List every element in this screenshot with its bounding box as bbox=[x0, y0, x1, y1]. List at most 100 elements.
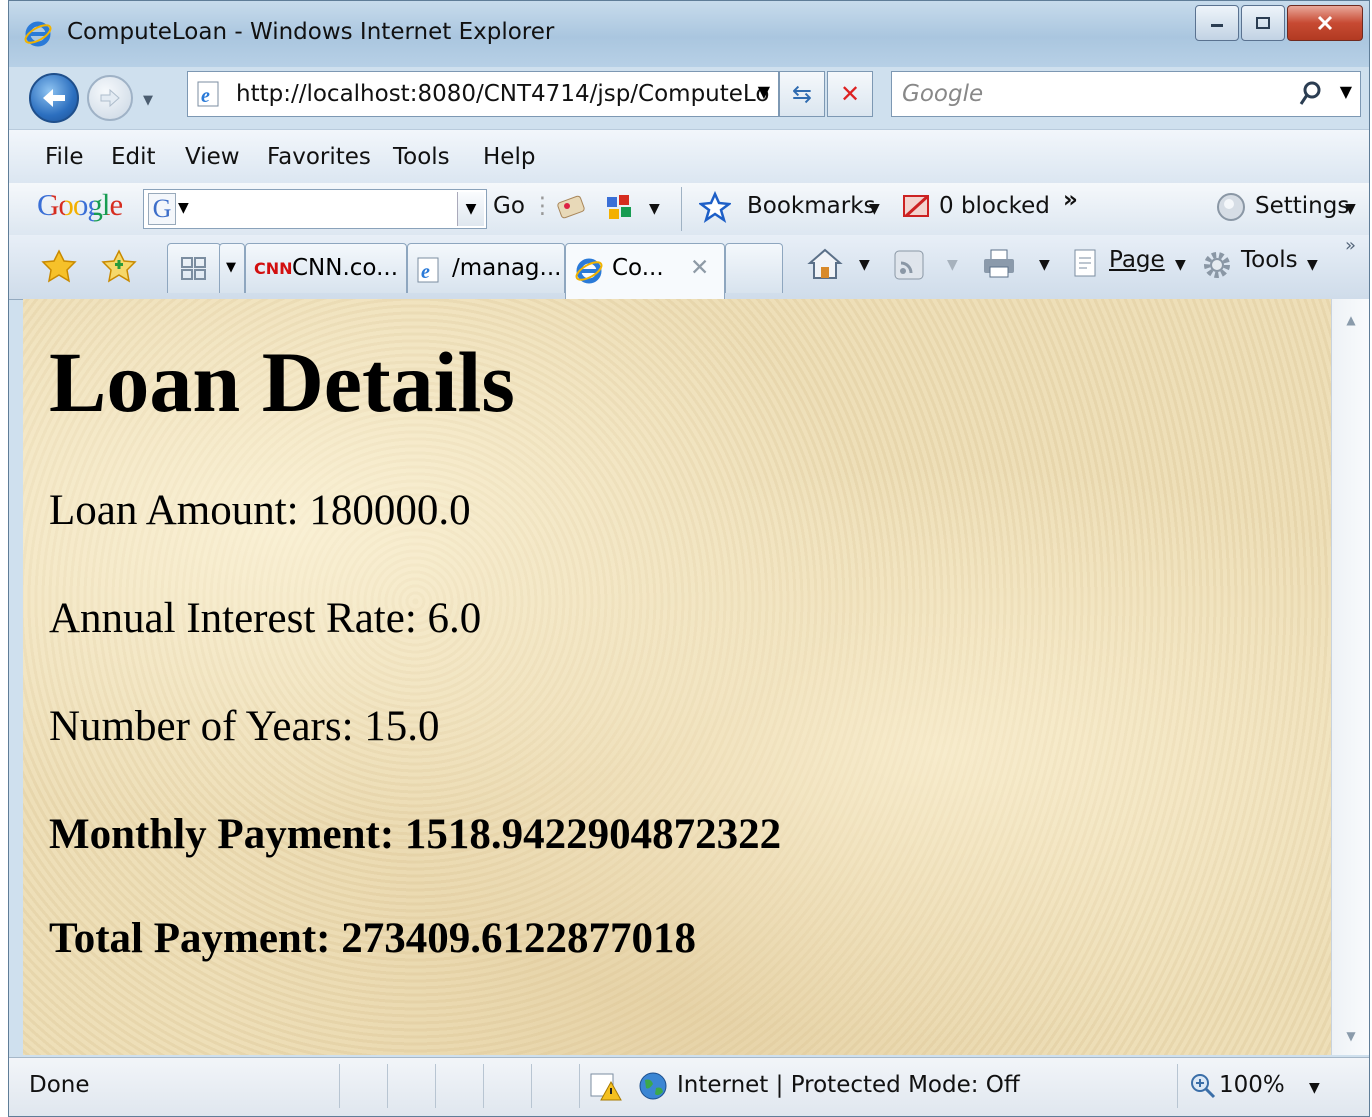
google-go-button[interactable]: Go bbox=[493, 193, 525, 219]
page-dropdown-icon[interactable]: ▼ bbox=[1175, 257, 1186, 273]
security-warning-icon[interactable] bbox=[589, 1070, 623, 1102]
status-divider bbox=[579, 1064, 580, 1108]
scroll-down-arrow-icon[interactable]: ▼ bbox=[1332, 1029, 1369, 1043]
search-icon[interactable] bbox=[1298, 80, 1322, 108]
minimize-button[interactable] bbox=[1195, 5, 1239, 41]
menu-edit[interactable]: Edit bbox=[111, 144, 156, 170]
menu-help[interactable]: Help bbox=[483, 144, 535, 170]
google-search-combo[interactable]: G ▼ ▼ bbox=[143, 189, 487, 229]
zoom-dropdown-icon[interactable]: ▼ bbox=[1309, 1080, 1320, 1096]
print-dropdown-icon[interactable]: ▼ bbox=[1039, 257, 1050, 273]
status-text: Done bbox=[29, 1072, 90, 1098]
search-input[interactable]: Google bbox=[902, 81, 983, 107]
bookmarks-dropdown-icon[interactable]: ▼ bbox=[869, 201, 880, 217]
page-menu-button[interactable]: Page bbox=[1109, 247, 1165, 273]
toolbar-gripper-icon: ⋮ bbox=[531, 193, 554, 219]
news-icon[interactable] bbox=[555, 191, 587, 223]
menu-favorites[interactable]: Favorites bbox=[267, 144, 371, 170]
tools-dropdown-icon[interactable]: ▼ bbox=[1307, 257, 1318, 273]
google-g-icon[interactable]: G bbox=[148, 193, 176, 225]
stop-button[interactable]: ✕ bbox=[827, 71, 873, 117]
bookmarks-star-icon[interactable] bbox=[699, 191, 731, 223]
search-box[interactable]: Google ▼ bbox=[891, 71, 1361, 117]
add-to-favorites-icon[interactable] bbox=[101, 249, 137, 283]
quick-tabs-button[interactable] bbox=[167, 243, 221, 293]
google-logo: Google bbox=[37, 187, 123, 222]
status-divider bbox=[339, 1064, 340, 1108]
address-dropdown-icon[interactable]: ▼ bbox=[758, 82, 770, 101]
status-divider bbox=[387, 1064, 388, 1108]
tab-cnn[interactable]: CNN CNN.co... bbox=[245, 243, 407, 293]
back-arrow-icon bbox=[43, 89, 65, 107]
blocked-count[interactable]: 0 blocked bbox=[939, 193, 1050, 219]
recent-pages-dropdown[interactable]: ▼ bbox=[143, 93, 153, 108]
menu-file[interactable]: File bbox=[45, 144, 84, 170]
favorites-center-icon[interactable] bbox=[41, 249, 77, 283]
close-icon bbox=[1317, 15, 1333, 31]
zoom-level[interactable]: 100% bbox=[1219, 1072, 1285, 1098]
settings-dropdown-icon[interactable]: ▼ bbox=[1345, 201, 1356, 217]
address-bar[interactable]: e http://localhost:8080/CNT4714/jsp/Comp… bbox=[187, 71, 779, 117]
page-heading: Loan Details bbox=[49, 334, 515, 430]
settings-button[interactable]: Settings bbox=[1255, 193, 1349, 219]
tab-manager[interactable]: e /manag... bbox=[407, 243, 565, 293]
cnn-icon: CNN bbox=[254, 259, 293, 278]
minimize-icon bbox=[1211, 24, 1223, 27]
total-payment-text: Total Payment: 273409.6122877018 bbox=[49, 915, 696, 962]
ie-icon bbox=[575, 258, 603, 284]
new-tab-button[interactable] bbox=[725, 243, 783, 293]
home-dropdown-icon[interactable]: ▼ bbox=[859, 257, 870, 273]
forward-arrow-icon bbox=[100, 88, 120, 108]
refresh-icon: ⇆ bbox=[791, 80, 813, 108]
tab-list-button[interactable]: ▼ bbox=[219, 243, 245, 293]
maximize-icon bbox=[1256, 17, 1270, 29]
tools-menu-button[interactable]: Tools bbox=[1241, 247, 1298, 273]
back-button[interactable] bbox=[29, 73, 79, 123]
command-bar-overflow-chevron[interactable]: » bbox=[1345, 235, 1356, 256]
menu-bar: File Edit View Favorites Tools Help bbox=[9, 129, 1369, 184]
url-text[interactable]: http://localhost:8080/CNT4714/jsp/Comput… bbox=[236, 81, 769, 107]
refresh-button[interactable]: ⇆ bbox=[779, 71, 825, 117]
bookmarks-button[interactable]: Bookmarks bbox=[747, 193, 876, 219]
google-toolbar: Google G ▼ ▼ Go ⋮ ▼ Bookmarks ▼ 0 blocke… bbox=[9, 183, 1369, 235]
status-bar: Done Internet | Protected Mode: Off 100%… bbox=[9, 1057, 1369, 1116]
home-icon[interactable] bbox=[807, 247, 843, 281]
pagerank-icon[interactable] bbox=[603, 191, 635, 223]
popup-blocker-icon[interactable] bbox=[901, 191, 933, 223]
stop-icon: ✕ bbox=[839, 80, 861, 108]
browser-window: ComputeLoan - Windows Internet Explorer … bbox=[8, 0, 1370, 1117]
feeds-icon[interactable] bbox=[893, 249, 925, 281]
tools-gear-icon bbox=[1204, 252, 1230, 278]
close-tab-icon[interactable]: ✕ bbox=[690, 255, 709, 281]
vertical-scrollbar[interactable]: ▲ ▼ bbox=[1331, 299, 1369, 1055]
print-icon[interactable] bbox=[981, 247, 1017, 281]
window-controls bbox=[1193, 5, 1363, 41]
security-zone-text[interactable]: Internet | Protected Mode: Off bbox=[677, 1072, 1020, 1098]
toolbar-separator bbox=[681, 187, 682, 231]
forward-button[interactable] bbox=[87, 75, 133, 121]
status-divider bbox=[1177, 1064, 1178, 1108]
tab-label: /manag... bbox=[452, 255, 562, 281]
internet-globe-icon[interactable] bbox=[637, 1070, 669, 1102]
tab-label: CNN.co... bbox=[292, 255, 399, 281]
maximize-button[interactable] bbox=[1241, 5, 1285, 41]
menu-view[interactable]: View bbox=[185, 144, 240, 170]
ie-logo-icon bbox=[24, 21, 52, 47]
search-options-dropdown[interactable]: ▼ bbox=[1340, 82, 1352, 101]
zoom-icon[interactable] bbox=[1189, 1072, 1217, 1100]
tab-computeloan[interactable]: Co... ✕ bbox=[565, 243, 725, 299]
pagerank-dropdown-icon[interactable]: ▼ bbox=[649, 201, 660, 217]
menu-tools[interactable]: Tools bbox=[393, 144, 450, 170]
scroll-up-arrow-icon[interactable]: ▲ bbox=[1332, 313, 1369, 327]
status-divider bbox=[435, 1064, 436, 1108]
close-button[interactable] bbox=[1287, 5, 1363, 41]
settings-icon[interactable] bbox=[1215, 191, 1247, 223]
tab-list-dropdown-icon: ▼ bbox=[226, 260, 236, 275]
toolbar-more-chevron[interactable]: » bbox=[1063, 187, 1078, 213]
status-divider bbox=[531, 1064, 532, 1108]
google-g-dropdown-icon[interactable]: ▼ bbox=[178, 200, 189, 216]
window-title: ComputeLoan - Windows Internet Explorer bbox=[67, 19, 555, 45]
google-search-dropdown[interactable]: ▼ bbox=[457, 192, 484, 226]
feeds-dropdown-icon[interactable]: ▼ bbox=[947, 257, 958, 273]
tab-label: Co... bbox=[612, 255, 664, 281]
